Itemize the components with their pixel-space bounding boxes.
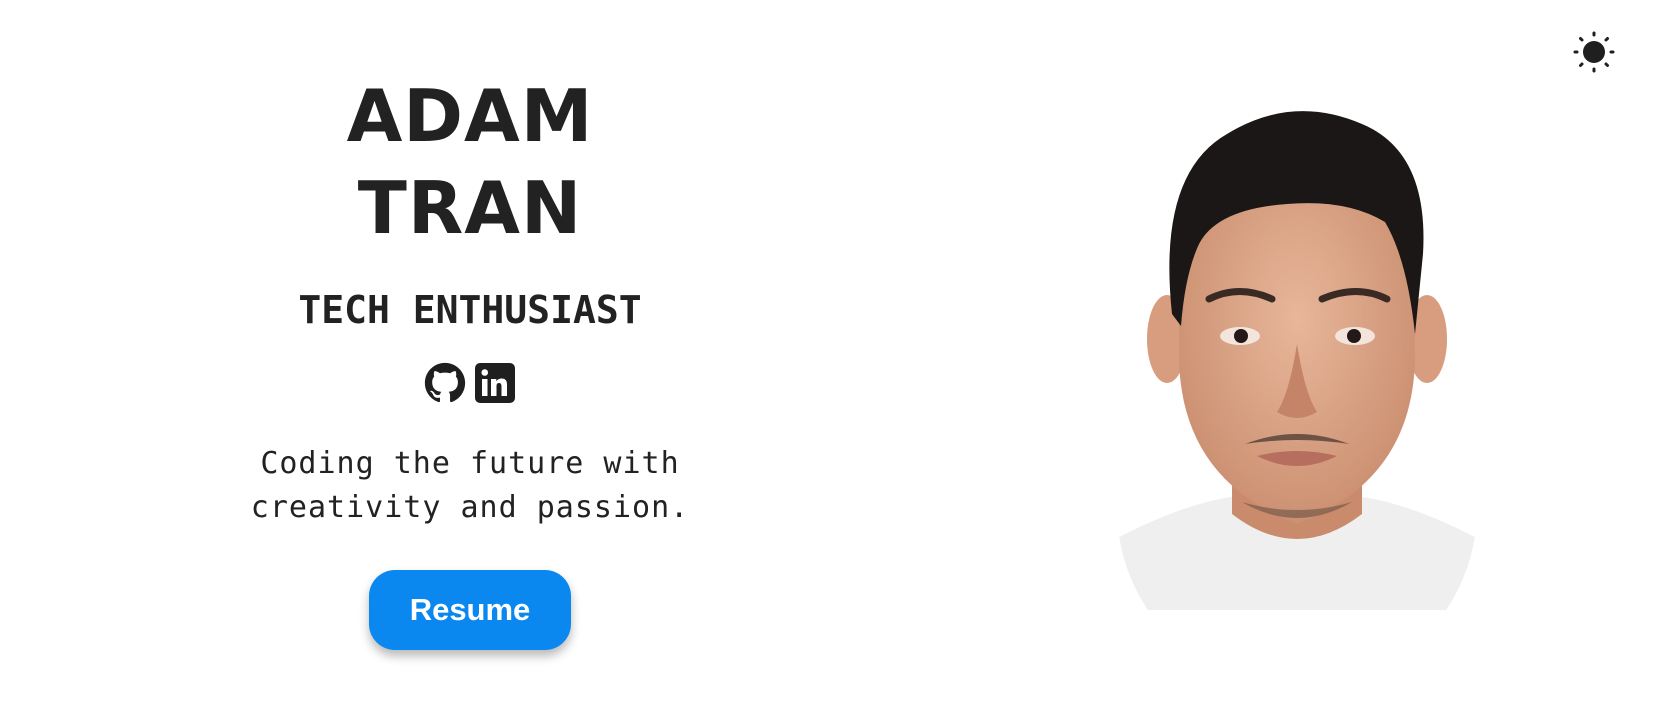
profile-name: ADAM TRAN xyxy=(347,70,594,254)
github-icon xyxy=(424,362,466,403)
linkedin-icon xyxy=(475,363,515,403)
github-link[interactable] xyxy=(424,362,466,404)
theme-toggle-button[interactable] xyxy=(1572,30,1616,74)
profile-role: TECH ENTHUSIAST xyxy=(298,288,642,332)
sun-icon xyxy=(1573,31,1615,73)
resume-button[interactable]: Resume xyxy=(369,570,571,650)
linkedin-link[interactable] xyxy=(474,362,516,404)
tagline: Coding the future with creativity and pa… xyxy=(250,446,690,525)
social-links xyxy=(424,362,516,404)
hero-intro: ADAM TRAN TECH ENTHUSIAST Coding the fut… xyxy=(200,60,740,650)
profile-photo xyxy=(1117,94,1477,614)
name-first: ADAM xyxy=(346,74,594,158)
name-last: TRAN xyxy=(357,166,583,250)
